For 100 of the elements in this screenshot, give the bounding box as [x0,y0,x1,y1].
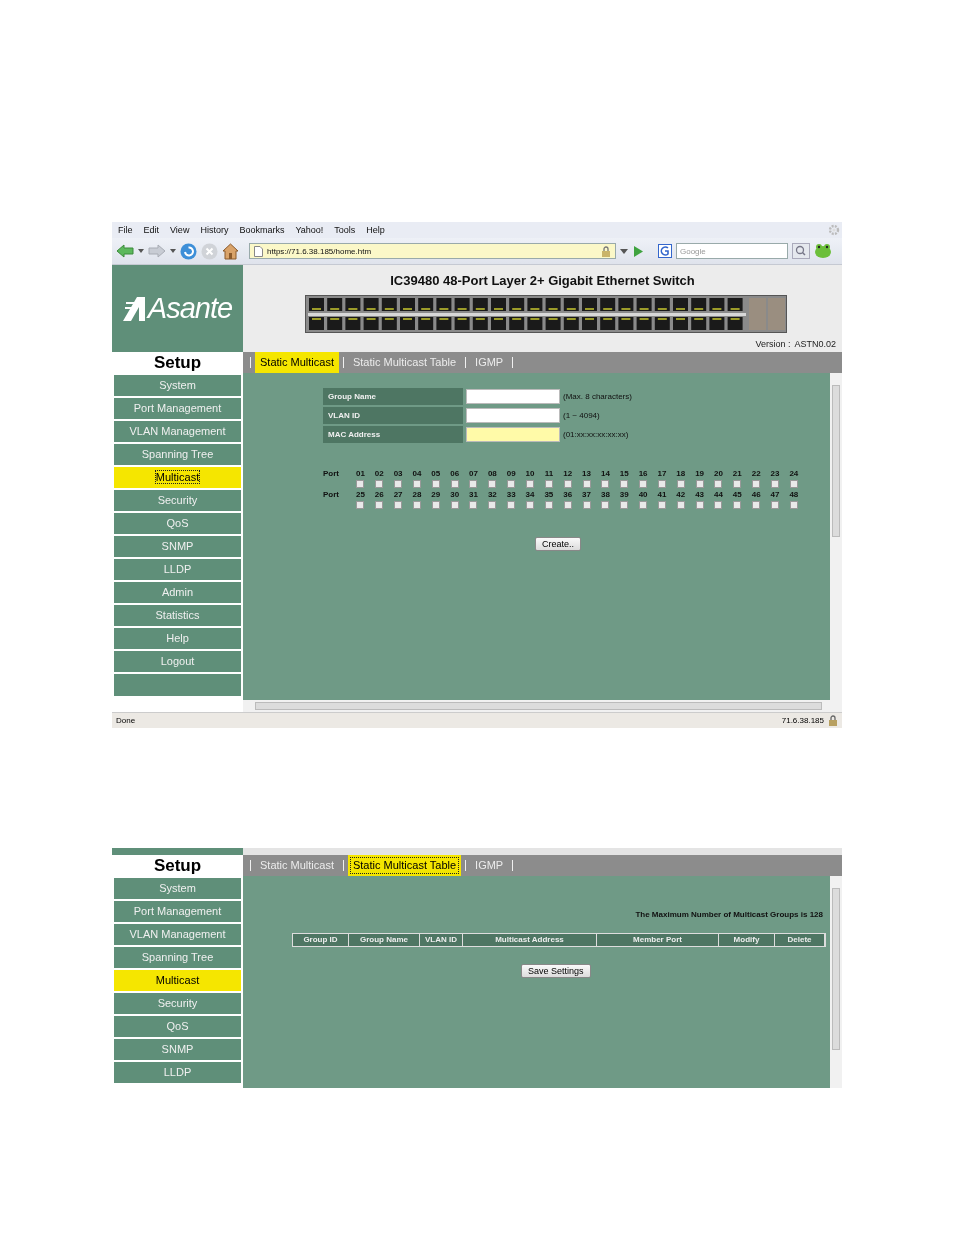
port-checkbox[interactable] [526,501,534,509]
tab[interactable]: Static Multicast [255,855,339,876]
port-checkbox[interactable] [375,501,384,509]
port-checkbox[interactable] [620,480,629,488]
port-checkbox[interactable] [733,480,742,488]
sidebar-item[interactable]: Help [114,628,241,649]
dropdown-icon[interactable] [620,248,628,254]
search-icon[interactable] [792,243,810,259]
sidebar-item[interactable]: SNMP [114,1039,241,1060]
sidebar-item[interactable]: Logout [114,651,241,672]
menu-item[interactable]: History [200,225,229,235]
sidebar-item[interactable]: Port Management [114,398,241,419]
port-checkbox[interactable] [431,501,440,509]
sidebar-item[interactable]: SNMP [114,536,241,557]
port-checkbox[interactable] [394,501,403,509]
save-settings-button[interactable]: Save Settings [521,964,591,978]
port-checkbox[interactable] [695,480,704,488]
sidebar-item[interactable]: QoS [114,1016,241,1037]
port-checkbox[interactable] [412,480,421,488]
port-checkbox[interactable] [582,501,591,509]
tab[interactable]: Static Multicast Table [347,352,462,373]
sidebar-item[interactable]: QoS [114,513,241,534]
sidebar-item[interactable]: Security [114,490,241,511]
create-button[interactable]: Create.. [535,537,581,551]
port-checkbox[interactable] [544,501,553,509]
port-checkbox[interactable] [507,480,516,488]
port-checkbox[interactable] [412,501,421,509]
port-checkbox[interactable] [601,501,610,509]
sidebar-item[interactable]: Spanning Tree [114,947,241,968]
frog-icon[interactable] [814,243,832,259]
port-checkbox[interactable] [601,480,610,488]
port-checkbox[interactable] [695,501,704,509]
menu-item[interactable]: Yahoo! [295,225,324,235]
sidebar-item[interactable]: VLAN Management [114,421,241,442]
tab[interactable]: IGMP [470,352,509,373]
sidebar-item[interactable]: LLDP [114,559,241,580]
menu-item[interactable]: Bookmarks [239,225,285,235]
port-checkbox[interactable] [752,480,761,488]
port-checkbox[interactable] [771,501,779,509]
port-checkbox[interactable] [676,501,685,509]
port-checkbox[interactable] [639,501,648,509]
sidebar-item[interactable]: System [114,375,241,396]
port-checkbox[interactable] [488,501,497,509]
back-icon[interactable] [116,243,134,259]
port-checkbox[interactable] [639,480,648,488]
caret-icon[interactable] [138,249,144,253]
sidebar-item[interactable]: System [114,878,241,899]
sidebar-item[interactable]: VLAN Management [114,924,241,945]
port-checkbox[interactable] [714,480,723,488]
search-field[interactable]: Google [676,243,788,259]
port-checkbox[interactable] [375,480,384,488]
port-checkbox[interactable] [450,501,459,509]
port-checkbox[interactable] [469,480,478,488]
sidebar-item[interactable]: Spanning Tree [114,444,241,465]
input-field[interactable] [466,427,560,442]
home-icon[interactable] [222,242,239,260]
vertical-scrollbar[interactable] [830,373,842,700]
reload-icon[interactable] [180,242,197,260]
port-checkbox[interactable] [563,480,572,488]
gear-icon[interactable] [828,224,840,236]
go-icon[interactable] [632,244,644,258]
menu-item[interactable]: Help [366,225,385,235]
menu-item[interactable]: Edit [143,225,160,235]
port-checkbox[interactable] [356,501,365,509]
port-checkbox[interactable] [469,501,478,509]
port-checkbox[interactable] [431,480,440,488]
sidebar-item[interactable]: Statistics [114,605,241,626]
sidebar-item[interactable]: Multicast [114,970,241,991]
port-checkbox[interactable] [488,480,497,488]
address-field[interactable]: https://71.6.38.185/home.htm [249,243,616,259]
port-checkbox[interactable] [657,501,666,509]
menu-item[interactable]: View [170,225,190,235]
port-checkbox[interactable] [620,501,629,509]
port-checkbox[interactable] [789,480,798,488]
input-field[interactable] [466,389,560,404]
sidebar-item[interactable]: Multicast [114,467,241,488]
tab[interactable]: Static Multicast Table [347,855,462,876]
port-checkbox[interactable] [752,501,761,509]
vertical-scrollbar[interactable] [830,876,842,1088]
search-engine-icon[interactable] [658,244,672,258]
port-checkbox[interactable] [733,501,742,509]
sidebar-item[interactable]: Admin [114,582,241,603]
port-checkbox[interactable] [657,480,666,488]
menu-item[interactable]: File [118,225,133,235]
port-checkbox[interactable] [526,480,534,488]
caret-icon[interactable] [170,249,176,253]
port-checkbox[interactable] [450,480,459,488]
port-checkbox[interactable] [507,501,516,509]
input-field[interactable] [466,408,560,423]
horizontal-scrollbar[interactable] [243,700,842,712]
port-checkbox[interactable] [356,480,365,488]
sidebar-item[interactable]: Security [114,993,241,1014]
menu-item[interactable]: Tools [334,225,356,235]
port-checkbox[interactable] [714,501,723,509]
port-checkbox[interactable] [394,480,403,488]
sidebar-item[interactable]: LLDP [114,1062,241,1083]
sidebar-item[interactable]: Port Management [114,901,241,922]
tab[interactable]: IGMP [470,855,509,876]
port-checkbox[interactable] [676,480,685,488]
port-checkbox[interactable] [544,480,553,488]
